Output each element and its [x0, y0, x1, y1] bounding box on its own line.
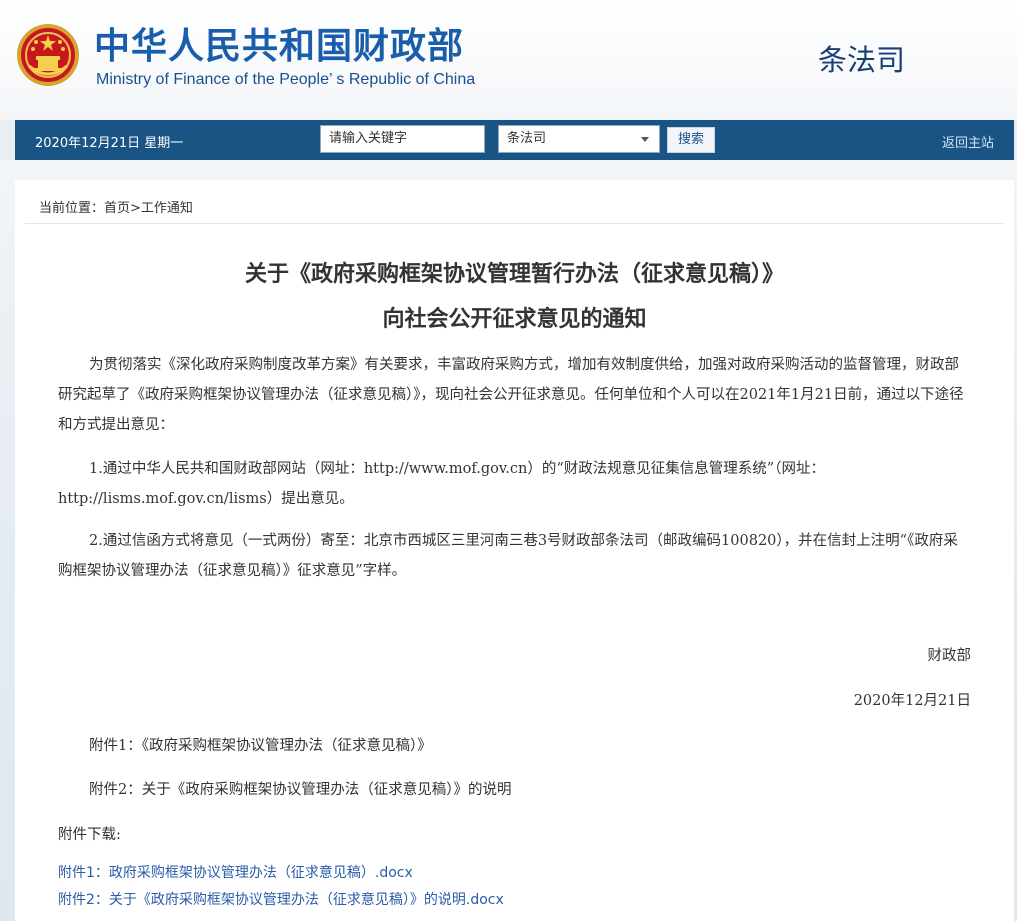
department-select[interactable]: 条法司 — [498, 125, 660, 153]
article-paragraph: 为贯彻落实《深化政府采购制度改革方案》有关要求，丰富政府采购方式，增加有效制度供… — [58, 357, 964, 433]
site-header: 中华人民共和国财政部 Ministry of Finance of the Pe… — [0, 0, 1017, 120]
download-link-attachment1[interactable]: 附件1：政府采购框架协议管理办法（征求意见稿）.docx — [58, 862, 413, 882]
department-name: 条法司 — [818, 43, 906, 77]
article-container: 当前位置：首页>工作通知 关于《政府采购框架协议管理暂行办法（征求意见稿）》 向… — [15, 180, 1014, 921]
signature-date: 2020年12月21日 — [853, 693, 971, 709]
department-select-value: 条法司 — [507, 131, 547, 146]
article-title-line1: 关于《政府采购框架协议管理暂行办法（征求意见稿）》 — [244, 262, 784, 287]
chevron-down-icon — [641, 137, 649, 142]
current-date: 2020年12月21日 星期一 — [35, 136, 184, 151]
nav-bar: 2020年12月21日 星期一 请输入关键字 条法司 搜索 返回主站 — [15, 120, 1014, 160]
breadcrumb: 当前位置：首页>工作通知 — [39, 201, 193, 216]
download-title: 附件下载: — [58, 827, 121, 843]
site-title: 中华人民共和国财政部 — [94, 25, 465, 67]
search-button[interactable]: 搜索 — [667, 127, 715, 153]
signature-org: 财政部 — [927, 648, 972, 664]
article-title-line2: 向社会公开征求意见的通知 — [382, 307, 647, 332]
search-input[interactable]: 请输入关键字 — [320, 125, 485, 153]
article-paragraph: 2.通过信函方式将意见（一式两份）寄至：北京市西城区三里河南三巷3号财政部条法司… — [58, 533, 958, 579]
national-emblem-icon — [15, 22, 81, 88]
breadcrumb-bar: 当前位置：首页>工作通知 — [25, 190, 1004, 224]
article-paragraph: 1.通过中华人民共和国财政部网站（网址：http://www.mof.gov.c… — [58, 461, 825, 507]
attachment-item: 附件2：关于《政府采购框架协议管理办法（征求意见稿）》的说明 — [89, 782, 512, 798]
attachment-item: 附件1：《政府采购框架协议管理办法（征求意见稿）》 — [89, 738, 432, 754]
return-home-link[interactable]: 返回主站 — [942, 132, 994, 151]
download-link-attachment2[interactable]: 附件2：关于《政府采购框架协议管理办法（征求意见稿）》的说明.docx — [58, 889, 504, 909]
site-title-english: Ministry of Finance of the People’ s Rep… — [96, 71, 476, 88]
